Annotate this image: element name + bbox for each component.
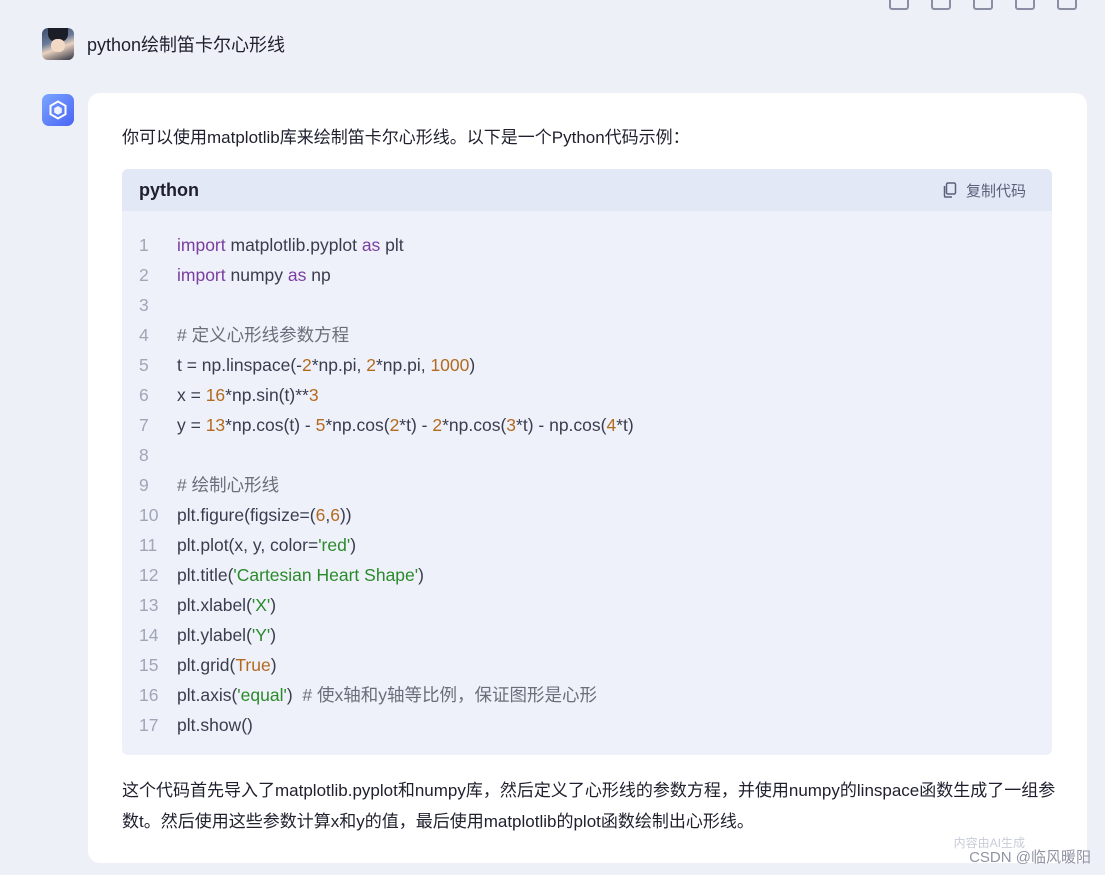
user-message: python绘制笛卡尔心形线	[42, 28, 285, 60]
line-number: 17	[139, 715, 159, 735]
code-text: plt.figure(figsize=(6,6))	[177, 505, 352, 525]
bot-logo-icon	[42, 94, 74, 126]
code-header: python 复制代码	[122, 169, 1052, 211]
code-text: plt.axis('equal') # 使x轴和y轴等比例，保证图形是心形	[177, 685, 597, 705]
code-line: 4 # 定义心形线参数方程	[122, 320, 1052, 350]
code-text: t = np.linspace(-2*np.pi, 2*np.pi, 1000)	[177, 355, 476, 375]
code-text: plt.ylabel('Y')	[177, 625, 277, 645]
copy-code-button[interactable]: 复制代码	[942, 180, 1026, 201]
line-number: 9	[139, 475, 149, 495]
line-number: 4	[139, 325, 149, 345]
line-number: 1	[139, 235, 149, 255]
csdn-watermark: CSDN @临风暖阳	[969, 849, 1091, 866]
code-line: 7 y = 13*np.cos(t) - 5*np.cos(2*t) - 2*np…	[122, 410, 1052, 440]
code-line: 12 plt.title('Cartesian Heart Shape')	[122, 560, 1052, 590]
line-number: 3	[139, 295, 149, 315]
code-line: 17 plt.show()	[122, 710, 1052, 740]
code-block: python 复制代码 1 import matplotlib.pyplot as…	[122, 169, 1052, 755]
code-lines: 1 import matplotlib.pyplot as plt 2 import …	[122, 211, 1052, 740]
code-line: 15 plt.grid(True)	[122, 650, 1052, 680]
code-text: x = 16*np.sin(t)**3	[177, 385, 319, 405]
code-text: import numpy as np	[177, 265, 331, 285]
line-number: 6	[139, 385, 149, 405]
line-number: 15	[139, 655, 159, 675]
user-question: python绘制笛卡尔心形线	[87, 35, 286, 55]
answer-intro: 你可以使用matplotlib库来绘制笛卡尔心形线。以下是一个Python代码示…	[122, 128, 690, 147]
code-line: 5 t = np.linspace(-2*np.pi, 2*np.pi, 1000…	[122, 350, 1052, 380]
answer-summary: 这个代码首先导入了matplotlib.pyplot和numpy库，然后定义了心…	[122, 781, 1056, 831]
hexagon-icon	[49, 100, 67, 120]
line-number: 10	[139, 505, 159, 525]
copy-code-label: 复制代码	[965, 182, 1026, 200]
line-number: 11	[139, 535, 158, 555]
code-text: import matplotlib.pyplot as plt	[177, 235, 404, 255]
line-number: 5	[139, 355, 149, 375]
code-text: # 定义心形线参数方程	[177, 325, 350, 345]
line-number: 16	[139, 685, 159, 705]
code-line: 13 plt.xlabel('X')	[122, 590, 1052, 620]
line-number: 12	[139, 565, 159, 585]
code-text: plt.plot(x, y, color='red')	[177, 535, 357, 555]
top-toolbar	[889, 0, 1077, 10]
line-number: 7	[139, 415, 149, 435]
code-text: plt.show()	[177, 715, 253, 735]
save-icon[interactable]	[931, 0, 951, 10]
code-text: plt.xlabel('X')	[177, 595, 277, 615]
code-text: y = 13*np.cos(t) - 5*np.cos(2*t) - 2*np.…	[177, 415, 634, 435]
code-line: 3	[122, 290, 1052, 320]
code-line: 9 # 绘制心形线	[122, 470, 1052, 500]
refresh-icon[interactable]	[1015, 0, 1035, 10]
code-line: 2 import numpy as np	[122, 260, 1052, 290]
user-avatar	[42, 28, 74, 60]
line-number: 13	[139, 595, 159, 615]
copy-icon[interactable]	[973, 0, 993, 10]
more-icon[interactable]	[1057, 0, 1077, 10]
code-line: 6 x = 16*np.sin(t)**3	[122, 380, 1052, 410]
line-number: 8	[139, 445, 149, 465]
copy-icon	[943, 182, 957, 198]
code-line: 10 plt.figure(figsize=(6,6))	[122, 500, 1052, 530]
code-text: # 绘制心形线	[177, 475, 280, 495]
code-line: 8	[122, 440, 1052, 470]
share-icon[interactable]	[889, 0, 909, 10]
code-text: plt.grid(True)	[177, 655, 277, 675]
code-text: plt.title('Cartesian Heart Shape')	[177, 565, 424, 585]
code-language: python	[139, 179, 199, 200]
code-line: 1 import matplotlib.pyplot as plt	[122, 230, 1052, 260]
line-number: 14	[139, 625, 159, 645]
line-number: 2	[139, 265, 149, 285]
answer-card: 你可以使用matplotlib库来绘制笛卡尔心形线。以下是一个Python代码示…	[88, 93, 1087, 863]
code-line: 14 plt.ylabel('Y')	[122, 620, 1052, 650]
code-line: 11 plt.plot(x, y, color='red')	[122, 530, 1052, 560]
code-line: 16 plt.axis('equal') # 使x轴和y轴等比例，保证图形是心形	[122, 680, 1052, 710]
